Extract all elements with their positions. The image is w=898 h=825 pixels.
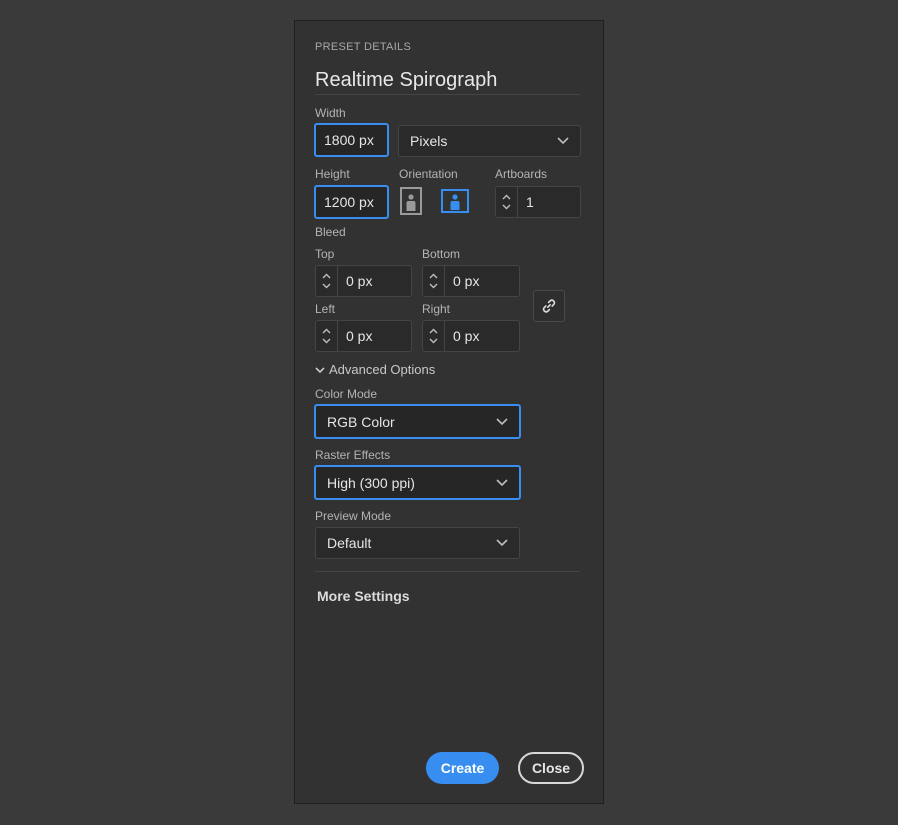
- artboards-value: 1: [526, 194, 534, 210]
- more-settings-button[interactable]: More Settings: [317, 588, 410, 604]
- chevron-up-icon: [322, 328, 331, 334]
- orientation-label: Orientation: [399, 167, 458, 181]
- color-mode-label: Color Mode: [315, 387, 378, 401]
- chevron-up-icon: [322, 273, 331, 279]
- height-label: Height: [315, 167, 350, 181]
- color-mode-dropdown[interactable]: RGB Color: [314, 404, 521, 439]
- advanced-options-toggle[interactable]: Advanced Options: [315, 362, 435, 377]
- landscape-orientation-icon[interactable]: [440, 189, 470, 213]
- portrait-orientation-icon[interactable]: [399, 187, 423, 215]
- chevron-down-icon: [315, 366, 325, 373]
- color-mode-value: RGB Color: [327, 413, 395, 430]
- divider: [315, 571, 580, 572]
- bleed-bottom-stepper[interactable]: [423, 266, 445, 296]
- artboards-label: Artboards: [495, 167, 548, 181]
- width-label: Width: [315, 106, 346, 120]
- create-button[interactable]: Create: [426, 752, 499, 784]
- height-input[interactable]: 1200 px: [314, 185, 389, 219]
- chevron-up-icon: [429, 273, 438, 279]
- width-value: 1800 px: [324, 132, 374, 148]
- units-value: Pixels: [410, 133, 448, 149]
- artboards-input[interactable]: 1: [495, 186, 581, 218]
- link-bleed-button[interactable]: [533, 290, 565, 322]
- units-dropdown[interactable]: Pixels: [398, 125, 581, 157]
- raster-effects-dropdown[interactable]: High (300 ppi): [314, 465, 521, 500]
- chevron-down-icon: [502, 204, 511, 210]
- bleed-bottom-input[interactable]: 0 px: [422, 265, 520, 297]
- chevron-down-icon: [556, 134, 570, 148]
- bleed-bottom-label: Bottom: [422, 247, 461, 261]
- bleed-right-value: 0 px: [453, 328, 480, 344]
- bleed-right-label: Right: [422, 302, 451, 316]
- bleed-right-input[interactable]: 0 px: [422, 320, 520, 352]
- bleed-top-label: Top: [315, 247, 335, 261]
- preview-mode-dropdown[interactable]: Default: [315, 527, 520, 559]
- bleed-top-input[interactable]: 0 px: [315, 265, 412, 297]
- chevron-down-icon: [495, 415, 509, 429]
- bleed-top-value: 0 px: [346, 273, 373, 289]
- raster-effects-label: Raster Effects: [315, 448, 391, 462]
- bleed-left-value: 0 px: [346, 328, 373, 344]
- bleed-label: Bleed: [315, 225, 346, 239]
- raster-effects-value: High (300 ppi): [327, 474, 415, 491]
- advanced-options-label: Advanced Options: [329, 362, 436, 377]
- preset-name-input[interactable]: Realtime Spirograph: [315, 69, 497, 92]
- close-button[interactable]: Close: [518, 752, 584, 784]
- bleed-left-input[interactable]: 0 px: [315, 320, 412, 352]
- bleed-top-stepper[interactable]: [316, 266, 338, 296]
- height-value: 1200 px: [324, 194, 374, 210]
- preview-mode-label: Preview Mode: [315, 509, 392, 523]
- link-icon: [542, 299, 556, 313]
- bleed-bottom-value: 0 px: [453, 273, 480, 289]
- bleed-right-stepper[interactable]: [423, 321, 445, 351]
- chevron-up-icon: [429, 328, 438, 334]
- chevron-down-icon: [322, 338, 331, 344]
- chevron-down-icon: [495, 536, 509, 550]
- chevron-up-icon: [502, 194, 511, 200]
- artboards-stepper[interactable]: [496, 187, 518, 217]
- preview-mode-value: Default: [327, 535, 372, 551]
- divider: [315, 94, 580, 95]
- chevron-down-icon: [322, 283, 331, 289]
- chevron-down-icon: [495, 476, 509, 490]
- bleed-left-label: Left: [315, 302, 336, 316]
- chevron-down-icon: [429, 338, 438, 344]
- section-title: PRESET DETAILS: [315, 41, 412, 53]
- chevron-down-icon: [429, 283, 438, 289]
- preset-details-panel: PRESET DETAILS Realtime Spirograph Width…: [294, 20, 604, 804]
- bleed-left-stepper[interactable]: [316, 321, 338, 351]
- width-input[interactable]: 1800 px: [314, 123, 389, 157]
